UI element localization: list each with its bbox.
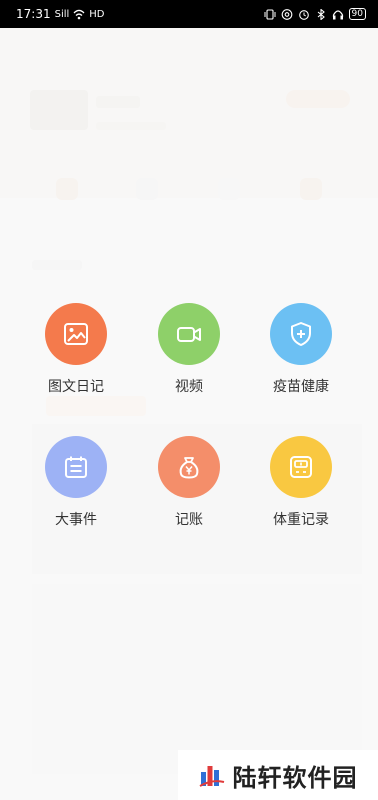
video-camera-icon (177, 327, 201, 342)
accounting-label: 记账 (175, 512, 203, 528)
money-bag-icon (179, 457, 199, 479)
vaccine-health-label: 疫苗健康 (273, 379, 329, 395)
big-event-label: 大事件 (55, 512, 97, 528)
watermark: 陆轩软件园 (178, 750, 378, 800)
image-diary-circle (45, 303, 107, 365)
accounting-button[interactable]: 记账 (134, 436, 244, 529)
watermark-logo-icon (198, 766, 224, 787)
big-event-button[interactable]: 大事件 (21, 436, 131, 529)
calendar-icon (65, 456, 87, 478)
accounting-circle (158, 436, 220, 498)
battery-indicator: 90 (348, 8, 366, 20)
shield-plus-icon (291, 322, 311, 346)
watermark-text: 陆轩软件园 (232, 763, 358, 792)
popup-overlay[interactable] (0, 28, 378, 800)
weight-record-circle (270, 436, 332, 498)
status-bar: 17:31 Sill HD 90 (0, 0, 378, 28)
bluetooth-icon (317, 8, 325, 20)
status-time: 17:31 (16, 7, 51, 21)
video-label: 视频 (175, 379, 203, 395)
wifi-icon (73, 9, 85, 19)
vaccine-health-button[interactable]: 疫苗健康 (246, 303, 356, 396)
scale-icon (290, 456, 312, 478)
video-circle (158, 303, 220, 365)
image-diary-button[interactable]: 图文日记 (21, 303, 131, 396)
weight-record-label: 体重记录 (273, 512, 329, 528)
vaccine-health-circle (270, 303, 332, 365)
signal-indicator: Sill (54, 8, 70, 20)
weight-record-button[interactable]: 体重记录 (246, 436, 356, 529)
alarm-icon (298, 9, 309, 20)
vibrate-icon (264, 8, 276, 20)
image-icon (64, 323, 88, 345)
network-type: HD (89, 8, 105, 20)
headphones-icon (332, 9, 343, 19)
video-button[interactable]: 视频 (134, 303, 244, 396)
big-event-circle (45, 436, 107, 498)
at-icon (281, 8, 292, 20)
image-diary-label: 图文日记 (48, 379, 104, 395)
